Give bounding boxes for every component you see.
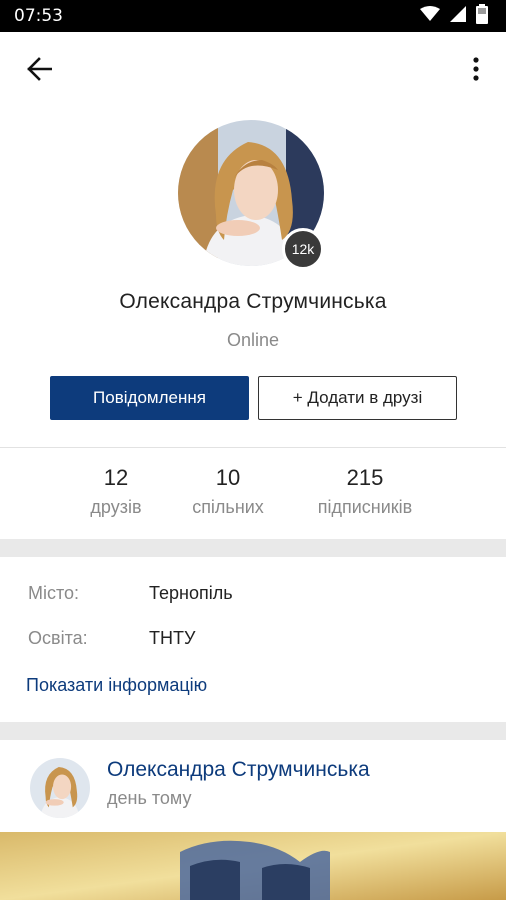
- info-section: Місто: Тернопіль Освіта: ТНТУ Показати і…: [0, 557, 506, 722]
- info-label-city: Місто:: [28, 582, 80, 603]
- followers-badge: 12k: [282, 228, 324, 270]
- message-button[interactable]: Повідомлення: [50, 376, 249, 420]
- info-value-city: Тернопіль: [149, 582, 233, 603]
- profile-header: 12k Олександра Струмчинська Online Повід…: [0, 112, 506, 448]
- stat-friends[interactable]: 12 друзів: [66, 465, 166, 518]
- arrow-left-icon: [26, 56, 53, 86]
- stat-followers[interactable]: 215 підписників: [300, 465, 430, 518]
- stats-row: 12 друзів 10 спільних 215 підписників: [0, 449, 506, 539]
- info-row-city: Місто: Тернопіль: [28, 581, 233, 605]
- post-timestamp: день тому: [107, 788, 192, 808]
- more-options-button[interactable]: [464, 54, 488, 88]
- more-vertical-icon: [473, 56, 479, 86]
- add-friend-button[interactable]: + Додати в друзі: [258, 376, 457, 420]
- stat-mutual-value: 10: [215, 465, 241, 490]
- post-author-name[interactable]: Олександра Струмчинська: [107, 758, 370, 782]
- avatar-container[interactable]: 12k: [178, 120, 324, 270]
- info-value-education: ТНТУ: [149, 627, 196, 648]
- back-button[interactable]: [22, 54, 56, 88]
- profile-name: Олександра Струмчинська: [119, 290, 387, 313]
- stat-followers-value: 215: [346, 465, 384, 490]
- signal-icon: [450, 5, 466, 27]
- info-row-education: Освіта: ТНТУ: [28, 626, 195, 650]
- wifi-icon: [420, 5, 440, 27]
- app-bar: [0, 32, 506, 112]
- stat-followers-label: підписників: [317, 497, 413, 517]
- status-icons: [420, 3, 488, 29]
- post-author-avatar[interactable]: [30, 758, 90, 818]
- section-separator: [0, 722, 506, 740]
- online-status: Online: [226, 330, 280, 350]
- info-label-education: Освіта:: [28, 627, 88, 648]
- stat-friends-value: 12: [103, 465, 129, 490]
- battery-icon: [476, 3, 488, 29]
- status-bar: 07:53: [0, 0, 506, 32]
- section-separator: [0, 539, 506, 557]
- stat-mutual[interactable]: 10 спільних: [178, 465, 278, 518]
- stat-mutual-label: спільних: [192, 497, 264, 517]
- status-time: 07:53: [14, 6, 63, 26]
- post-image[interactable]: [0, 832, 506, 900]
- post-card: Олександра Струмчинська день тому: [0, 740, 506, 900]
- show-info-link[interactable]: Показати інформацію: [26, 675, 207, 696]
- divider: [0, 447, 506, 448]
- stat-friends-label: друзів: [90, 497, 142, 517]
